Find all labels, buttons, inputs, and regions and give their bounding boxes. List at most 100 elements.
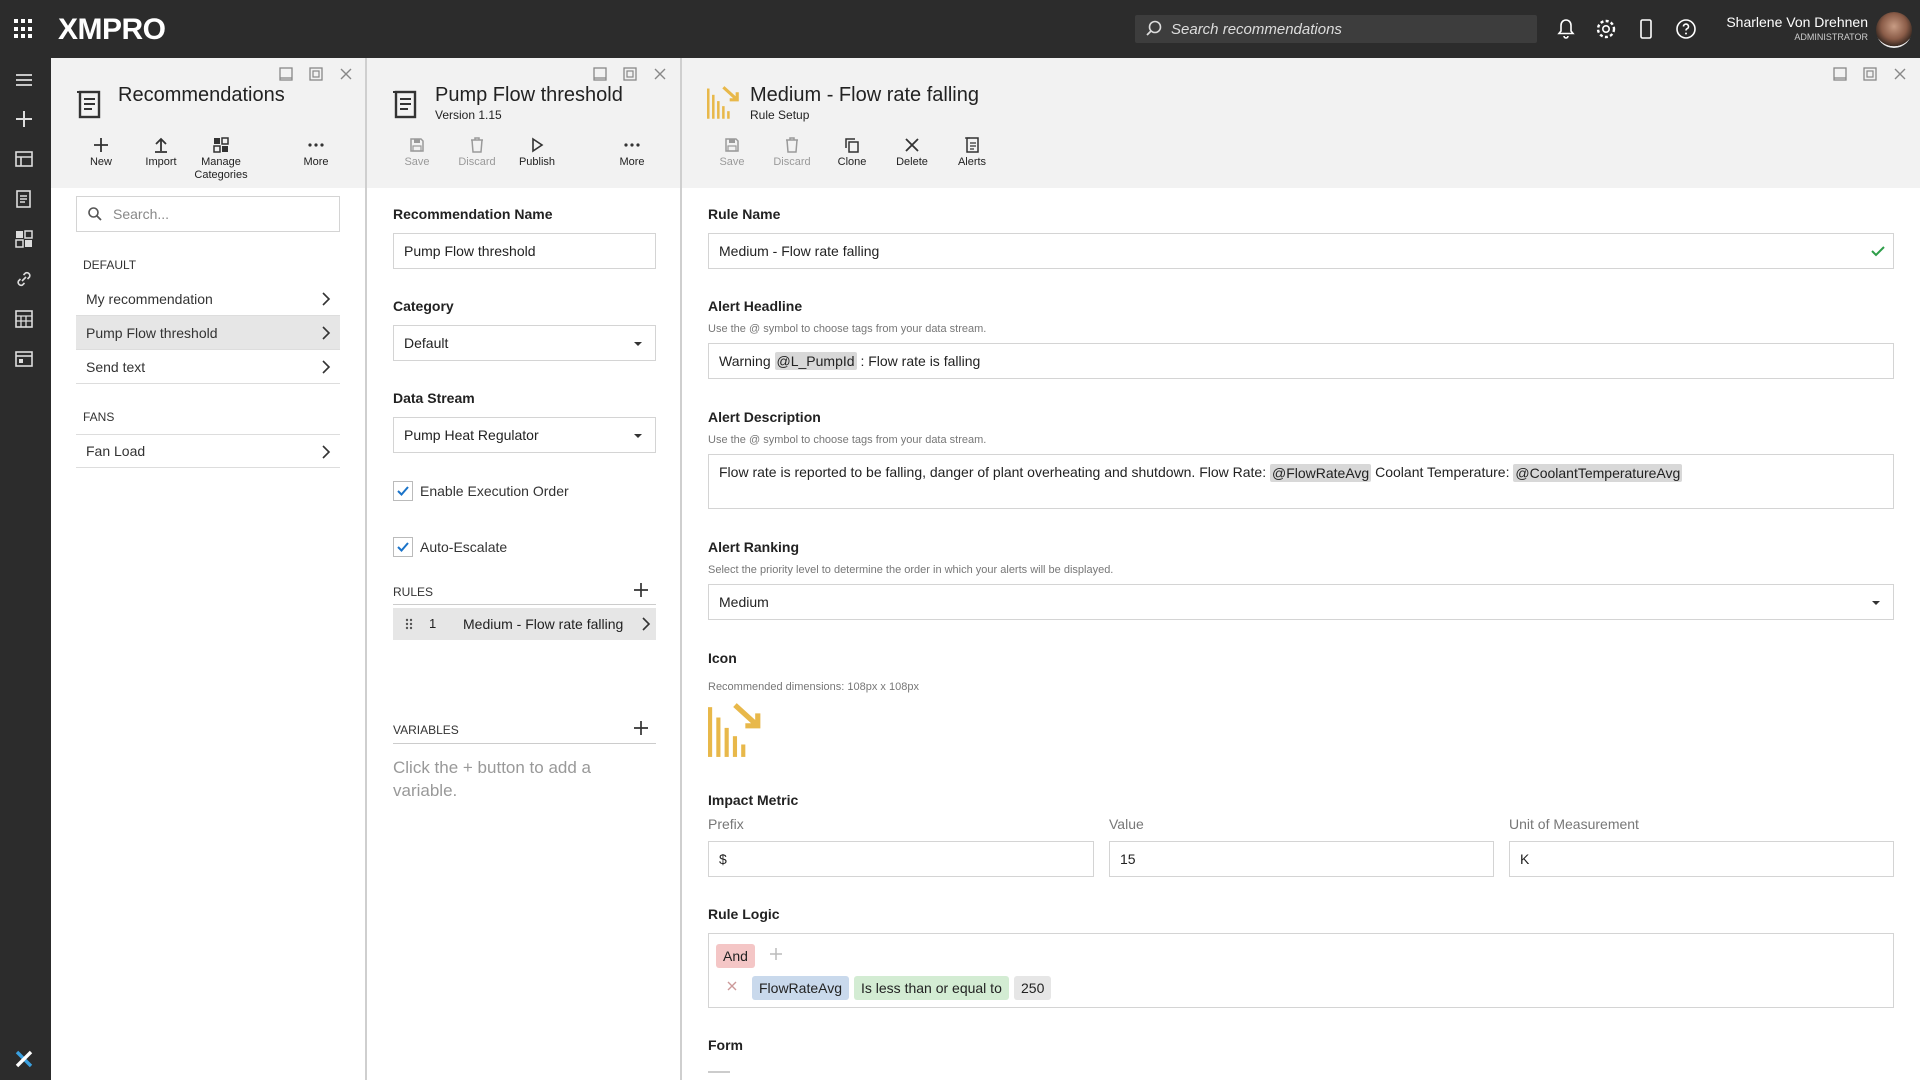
recommendations-search-input[interactable]: Search... (76, 196, 340, 232)
user-role: ADMINISTRATOR (1794, 32, 1868, 42)
xmpro-logo: XMPRO (58, 13, 166, 46)
caret-down-icon (634, 342, 642, 346)
rule-name-input[interactable]: Medium - Flow rate falling (708, 233, 1894, 269)
chevron-right-icon (642, 617, 651, 631)
variables-divider (393, 743, 656, 744)
auto-escalate-checkbox[interactable] (393, 537, 413, 557)
tag-token: @CoolantTemperatureAvg (1513, 464, 1683, 482)
discard-button[interactable]: Discard (762, 136, 822, 168)
apps-icon[interactable] (13, 348, 35, 370)
rule-logic-builder: And FlowRateAvg Is less than or equal to… (708, 933, 1894, 1008)
category-select[interactable]: Default (393, 325, 656, 361)
calculator-icon[interactable] (13, 308, 35, 330)
xmpro-x-logo-icon[interactable] (13, 1048, 35, 1070)
minimize-icon[interactable] (278, 66, 294, 82)
alert-ranking-label: Alert Ranking (708, 539, 800, 555)
close-icon[interactable] (652, 66, 668, 82)
field-chip[interactable]: FlowRateAvg (752, 976, 850, 1000)
publish-button[interactable]: Publish (507, 136, 567, 168)
rule-icon-preview[interactable] (708, 703, 764, 759)
discard-button[interactable]: Discard (447, 136, 507, 168)
minimize-icon[interactable] (1832, 66, 1848, 82)
data-streams-icon[interactable] (13, 148, 35, 170)
group-label-default: DEFAULT (83, 258, 137, 272)
manage-categories-button[interactable]: Manage Categories (191, 136, 251, 182)
close-icon[interactable] (1892, 66, 1908, 82)
bell-icon[interactable] (1554, 17, 1578, 41)
rule-row[interactable]: 1 Medium - Flow rate falling (393, 608, 656, 640)
new-button[interactable]: New (71, 136, 131, 168)
list-item[interactable]: Send text (76, 350, 340, 384)
import-button[interactable]: Import (131, 136, 191, 168)
close-icon[interactable] (338, 66, 354, 82)
hamburger-menu-icon[interactable] (13, 69, 35, 91)
maximize-icon[interactable] (308, 66, 324, 82)
add-rule-icon[interactable] (633, 582, 649, 598)
maximize-icon[interactable] (622, 66, 638, 82)
gear-icon[interactable] (1594, 17, 1618, 41)
alert-description-input[interactable]: Flow rate is reported to be falling, dan… (708, 454, 1894, 509)
search-icon (1146, 20, 1162, 36)
add-variable-icon[interactable] (633, 720, 649, 736)
alert-headline-label: Alert Headline (708, 298, 803, 314)
data-stream-select[interactable]: Pump Heat Regulator (393, 417, 656, 453)
avatar[interactable] (1876, 12, 1912, 48)
remove-condition-icon[interactable] (726, 980, 738, 992)
and-operator-chip[interactable]: And (716, 944, 755, 968)
alert-ranking-hint: Select the priority level to determine t… (708, 564, 1114, 576)
form-label: Form (708, 1037, 743, 1053)
caret-down-icon (634, 434, 642, 438)
alert-ranking-select[interactable]: Medium (708, 584, 1894, 620)
value-input[interactable]: 15 (1109, 841, 1494, 877)
dashboard-icon[interactable] (13, 228, 35, 250)
variables-label: VARIABLES (393, 723, 459, 737)
list-item[interactable]: Pump Flow threshold (76, 316, 340, 350)
clone-button[interactable]: Clone (822, 136, 882, 168)
link-icon[interactable] (13, 268, 35, 290)
drag-handle-icon[interactable] (405, 618, 413, 630)
recommendations-icon[interactable] (13, 188, 35, 210)
list-item[interactable]: Fan Load (76, 434, 340, 468)
value-chip[interactable]: 250 (1014, 976, 1052, 1000)
maximize-icon[interactable] (1862, 66, 1878, 82)
save-button[interactable]: Save (387, 136, 447, 168)
recommendation-name-label: Recommendation Name (393, 206, 553, 222)
rule-setup-header: Medium - Flow rate falling Rule Setup Sa… (682, 58, 1920, 188)
rules-divider (393, 604, 656, 605)
value-label: Value (1109, 816, 1144, 832)
tag-token: @L_PumpId (774, 352, 857, 370)
rule-name: Medium - Flow rate falling (463, 616, 624, 632)
help-icon[interactable] (1674, 17, 1698, 41)
variables-empty-text: Click the + button to add a variable. (393, 758, 591, 800)
operator-chip[interactable]: Is less than or equal to (854, 976, 1009, 1000)
app-grid-icon[interactable] (14, 19, 34, 39)
add-condition-icon[interactable] (769, 947, 783, 961)
delete-button[interactable]: Delete (882, 136, 942, 168)
alert-description-label: Alert Description (708, 409, 821, 425)
prefix-input[interactable]: $ (708, 841, 1094, 877)
list-item[interactable]: My recommendation (76, 282, 340, 316)
rule-setup-subtitle: Rule Setup (750, 108, 810, 122)
panel-title: Medium - Flow rate falling (750, 84, 979, 106)
minimize-icon[interactable] (592, 66, 608, 82)
save-button[interactable]: Save (702, 136, 762, 168)
mobile-icon[interactable] (1634, 17, 1658, 41)
recommendation-name-input[interactable]: Pump Flow threshold (393, 233, 656, 269)
recommendations-panel-icon (77, 90, 101, 119)
execution-order-checkbox[interactable] (393, 481, 413, 501)
unit-input[interactable]: K (1509, 841, 1894, 877)
data-stream-label: Data Stream (393, 390, 475, 406)
tag-token: @FlowRateAvg (1270, 464, 1372, 482)
chevron-right-icon (322, 445, 331, 459)
user-name[interactable]: Sharlene Von Drehnen (1726, 14, 1868, 30)
add-icon[interactable] (13, 108, 35, 130)
flow-falling-icon (707, 86, 739, 119)
more-button[interactable]: More (286, 136, 346, 168)
alerts-button[interactable]: Alerts (942, 136, 1002, 168)
recommendations-header: Recommendations New Import Manage Catego… (51, 58, 366, 188)
more-button[interactable]: More (602, 136, 662, 168)
search-recommendations-input[interactable]: Search recommendations (1135, 15, 1537, 43)
alert-headline-input[interactable]: Warning @L_PumpId : Flow rate is falling (708, 343, 1894, 379)
chevron-right-icon (322, 360, 331, 374)
rule-name-label: Rule Name (708, 206, 781, 222)
